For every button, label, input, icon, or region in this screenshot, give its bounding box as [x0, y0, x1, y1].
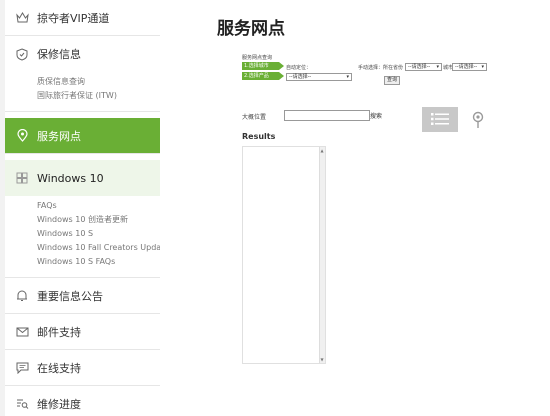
shield-icon: [15, 47, 29, 61]
manual-select-label: 手动选择：所在省份: [358, 65, 404, 71]
address-input[interactable]: [284, 110, 370, 121]
submenu-link-warranty-query[interactable]: 质保信息查询: [37, 75, 160, 89]
results-scrollbar[interactable]: [319, 147, 325, 363]
sidebar-item-label: Windows 10: [37, 171, 104, 185]
submenu-link-windows-10-s[interactable]: Windows 10 S: [37, 227, 160, 241]
sidebar-item-online-support[interactable]: 在线支持: [5, 350, 160, 386]
page-title: 服务网点: [217, 19, 285, 39]
location-pin-icon: [15, 129, 29, 143]
results-label: Results: [242, 132, 276, 141]
crown-icon: [15, 11, 29, 25]
sidebar-item-announcements[interactable]: 重要信息公告: [5, 278, 160, 314]
results-list[interactable]: ▲ ▼: [242, 146, 326, 364]
warranty-submenu: 质保信息查询 国际旅行者保证 (ITW): [5, 72, 160, 112]
sidebar-item-label: 服务网点: [37, 129, 81, 143]
sidebar-item-windows[interactable]: Windows 10: [5, 160, 160, 196]
sidebar-item-label: 掠夺者VIP通道: [37, 11, 110, 25]
submenu-link-fall-creators-update[interactable]: Windows 10 Fall Creators Update: [37, 241, 169, 255]
auto-locate-label: 自动定位：: [286, 65, 312, 71]
auto-locate-select[interactable]: --请选择--: [286, 73, 352, 81]
chat-icon: [15, 361, 29, 375]
sidebar-item-vip[interactable]: 掠夺者VIP通道: [5, 0, 160, 36]
search-list-icon: [15, 397, 29, 411]
query-button[interactable]: 查询: [384, 76, 400, 85]
sidebar-item-label: 维修进度: [37, 397, 81, 411]
list-icon: [431, 110, 449, 129]
map-pin-icon: [472, 111, 484, 133]
sidebar: 掠夺者VIP通道 保修信息 质保信息查询 国际旅行者保证 (ITW) 服务网点 …: [5, 0, 169, 416]
submenu-link-windows-10-s-faqs[interactable]: Windows 10 S FAQs: [37, 255, 160, 269]
sidebar-item-label: 邮件支持: [37, 325, 81, 339]
sidebar-item-repair-progress[interactable]: 维修进度: [5, 386, 160, 416]
submenu-link-creators-update[interactable]: Windows 10 创造者更新: [37, 213, 160, 227]
sidebar-item-service-points[interactable]: 服务网点: [5, 118, 160, 154]
windows-icon: [15, 171, 29, 185]
sidebar-item-label: 重要信息公告: [37, 289, 103, 303]
search-button[interactable]: 搜索: [370, 111, 382, 120]
sidebar-item-label: 保修信息: [37, 48, 81, 61]
windows-submenu: FAQs Windows 10 创造者更新 Windows 10 S Windo…: [5, 196, 169, 278]
sidebar-item-warranty[interactable]: 保修信息: [5, 36, 160, 72]
scroll-up-icon[interactable]: ▲: [319, 148, 325, 153]
submenu-link-itw[interactable]: 国际旅行者保证 (ITW): [37, 89, 160, 103]
step-select-city: 1.选择城市: [242, 62, 284, 70]
bell-icon: [15, 289, 29, 303]
steps-caption: 服务网点查询: [242, 55, 273, 61]
sidebar-item-label: 在线支持: [37, 361, 81, 375]
main-content: 服务网点 服务网点查询 1.选择城市 2.选择产品 自动定位： --请选择-- …: [160, 0, 550, 416]
list-view-button[interactable]: [422, 107, 458, 132]
city-select[interactable]: --请选择--: [452, 63, 487, 71]
mail-icon: [15, 325, 29, 339]
province-select[interactable]: --请选择--: [405, 63, 442, 71]
submenu-link-faqs[interactable]: FAQs: [37, 199, 160, 213]
step-select-product: 2.选择产品: [242, 72, 284, 80]
address-label: 大概位置: [242, 114, 267, 121]
sidebar-item-email[interactable]: 邮件支持: [5, 314, 160, 350]
map-view-button[interactable]: [472, 111, 484, 129]
scroll-down-icon[interactable]: ▼: [319, 357, 325, 362]
